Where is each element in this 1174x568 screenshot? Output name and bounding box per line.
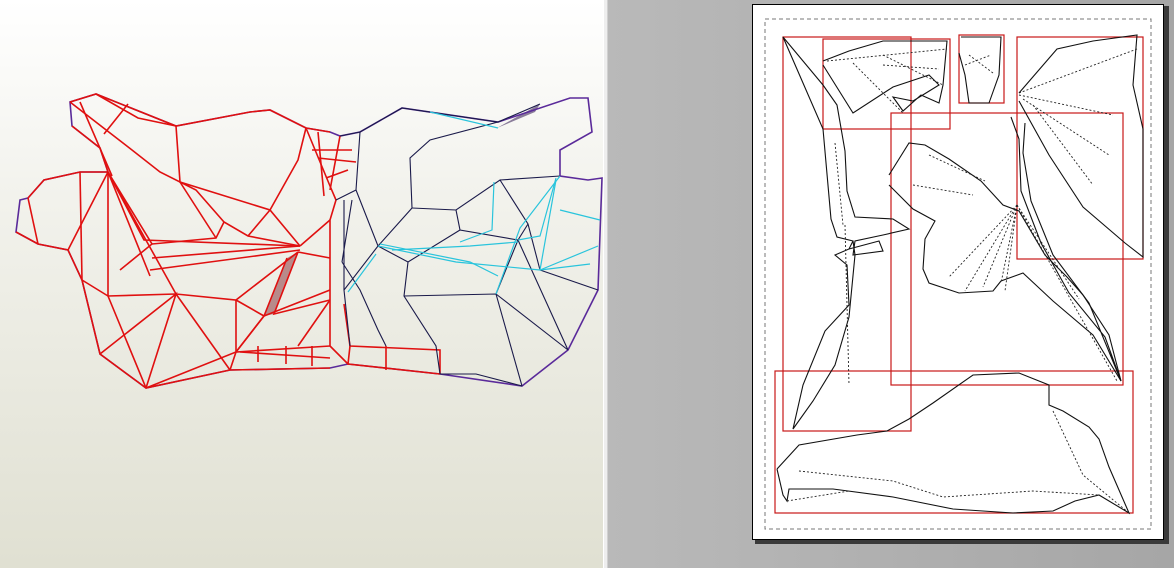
right-half-lines (335, 103, 599, 387)
part-bounding-boxes (774, 34, 1144, 514)
part-outline (782, 36, 856, 430)
part-box (958, 34, 1005, 104)
part-box (782, 36, 912, 432)
selected-face (264, 252, 298, 316)
2d-unfold-view[interactable] (608, 0, 1174, 568)
part-outline (782, 36, 911, 256)
part-outlines (776, 34, 1144, 515)
part-outline (1010, 116, 1122, 382)
part-outline (958, 36, 1002, 104)
part-box (774, 370, 1134, 514)
part-box (890, 112, 1124, 386)
unfolded-pattern[interactable] (753, 5, 1165, 541)
3d-model-view[interactable] (0, 0, 603, 568)
part-outline (888, 142, 1122, 382)
part-outline (776, 372, 1131, 515)
3d-model-mesh[interactable] (0, 0, 603, 568)
part-outline (822, 40, 948, 114)
paper-sheet[interactable] (752, 4, 1164, 540)
valley-fold-lines (347, 111, 601, 295)
part-box (822, 38, 951, 130)
part-outline (1018, 34, 1144, 259)
model-outline (15, 93, 603, 389)
